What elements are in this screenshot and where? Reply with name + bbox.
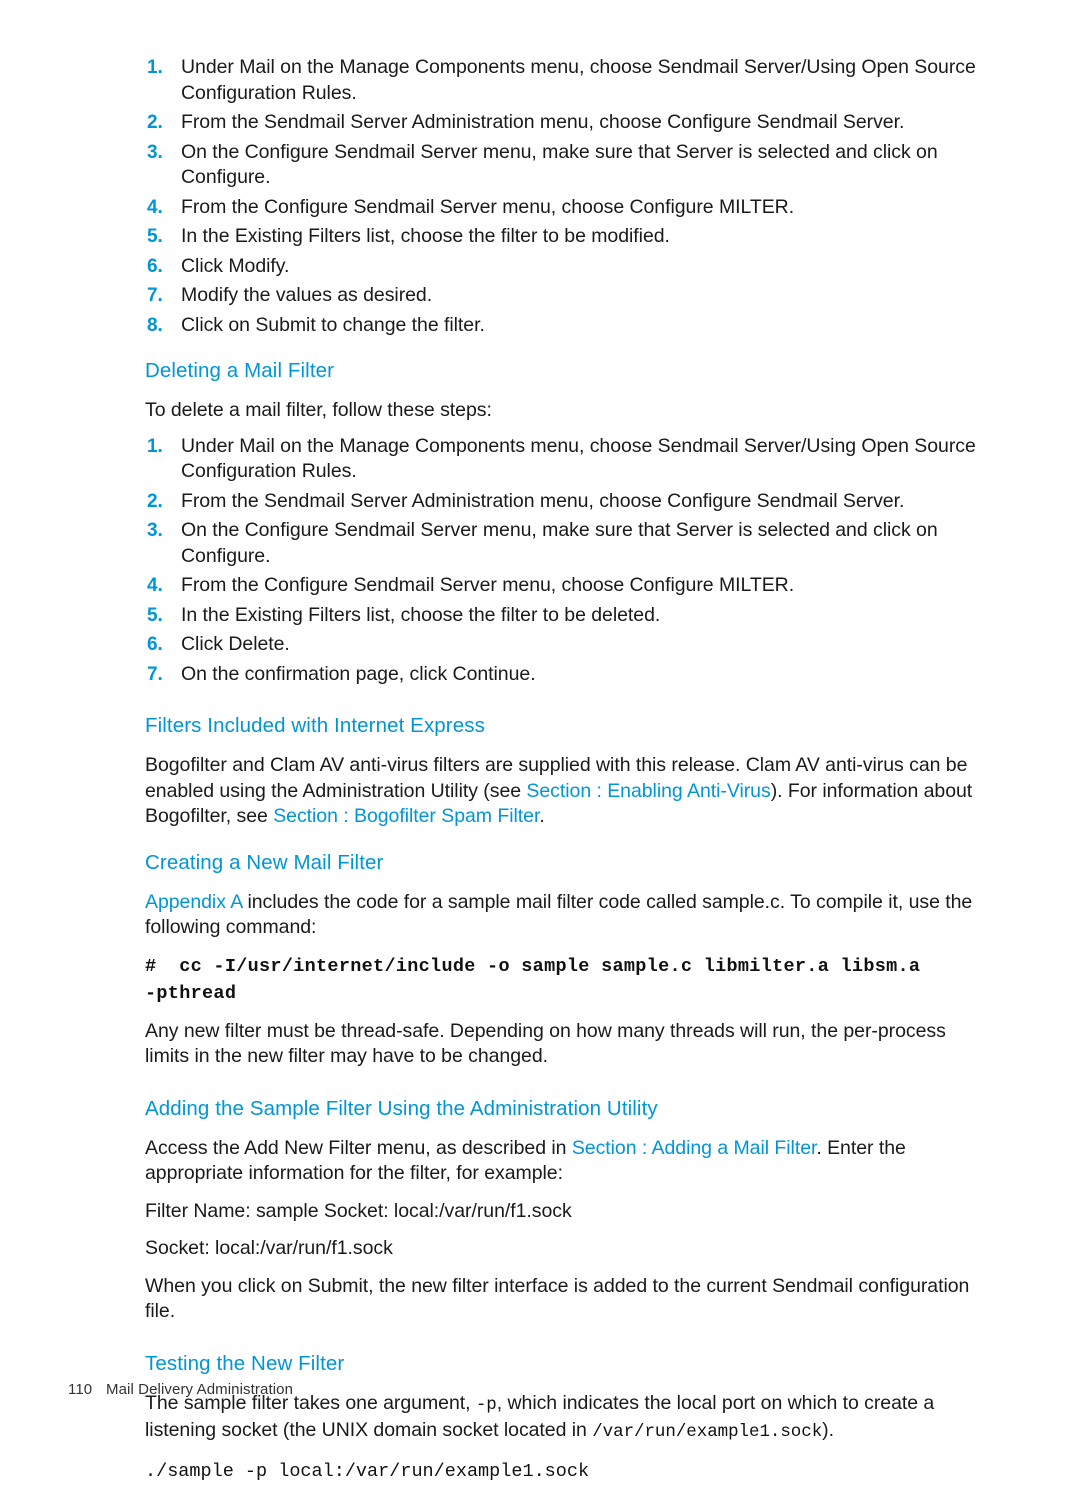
- list-item: 7. Modify the values as desired.: [145, 283, 988, 309]
- list-item-text: From the Configure Sendmail Server menu,…: [181, 195, 795, 218]
- text-run: Access the Add New Filter menu, as descr…: [145, 1136, 572, 1159]
- list-marker: 4.: [147, 575, 163, 596]
- list-marker: 7.: [147, 663, 163, 685]
- heading-testing-the-new-filter: Testing the New Filter: [145, 1351, 345, 1375]
- list-marker: 2.: [147, 490, 163, 512]
- list-item: 7. On the confirmation page, click Conti…: [145, 662, 988, 688]
- document-page: 1. Under Mail on the Manage Components m…: [0, 0, 1080, 1482]
- example-socket-line: Socket: local:/var/run/f1.sock: [145, 1237, 393, 1259]
- code-block-compile-command: # cc -I/usr/internet/include -o sample s…: [145, 955, 921, 1004]
- list-item: 2. From the Sendmail Server Administrati…: [145, 110, 988, 136]
- list-marker: 6.: [147, 634, 163, 655]
- adding-sample-paragraph: Access the Add New Filter menu, as descr…: [145, 1136, 988, 1187]
- list-item-text: Click Modify.: [181, 254, 290, 277]
- text-run: .: [539, 805, 545, 827]
- thread-safe-paragraph: Any new filter must be thread-safe. Depe…: [145, 1019, 946, 1068]
- heading-creating-a-new-mail-filter: Creating a New Mail Filter: [145, 850, 384, 874]
- submit-result-paragraph: When you click on Submit, the new filter…: [145, 1274, 970, 1323]
- list-item-text: From the Sendmail Server Administration …: [181, 111, 905, 133]
- list-item: 5. In the Existing Filters list, choose …: [145, 603, 988, 629]
- list-item-text: On the Configure Sendmail Server menu, m…: [181, 140, 938, 189]
- list-item: 3. On the Configure Sendmail Server menu…: [145, 518, 988, 569]
- link-appendix-a[interactable]: Appendix A: [145, 891, 242, 913]
- list-item-text: In the Existing Filters list, choose the…: [181, 603, 661, 626]
- list-item-text: Modify the values as desired.: [181, 284, 433, 306]
- list-item-text: From the Sendmail Server Administration …: [181, 489, 905, 512]
- footer-title: Mail Delivery Administration: [106, 1381, 294, 1398]
- creating-intro-paragraph: Appendix A includes the code for a sampl…: [145, 890, 988, 941]
- link-enabling-anti-virus[interactable]: Section : Enabling Anti-Virus: [526, 780, 770, 802]
- list-item: 6. Click Delete.: [145, 632, 988, 658]
- list-item: 5. In the Existing Filters list, choose …: [145, 224, 988, 250]
- list-item-text: On the Configure Sendmail Server menu, m…: [181, 519, 938, 567]
- heading-deleting-a-mail-filter: Deleting a Mail Filter: [145, 359, 335, 382]
- list-marker: 3.: [147, 520, 163, 541]
- list-item-text: Under Mail on the Manage Components menu…: [181, 434, 976, 483]
- list-item: 1. Under Mail on the Manage Components m…: [145, 434, 988, 485]
- list-item: 4. From the Configure Sendmail Server me…: [145, 573, 988, 599]
- text-run: includes the code for a sample mail filt…: [145, 890, 973, 939]
- list-item-text: In the Existing Filters list, choose the…: [181, 225, 670, 247]
- list-item: 4. From the Configure Sendmail Server me…: [145, 195, 988, 221]
- filters-included-paragraph: Bogofilter and Clam AV anti-virus filter…: [145, 753, 988, 830]
- list-item-text: Under Mail on the Manage Components menu…: [181, 56, 976, 104]
- inline-code-socket-path: /var/run/example1.sock: [592, 1422, 823, 1442]
- list-item: 1. Under Mail on the Manage Components m…: [145, 55, 988, 106]
- example-filter-name-line: Filter Name: sample Socket: local:/var/r…: [145, 1199, 572, 1222]
- footer-page-number: 110: [68, 1381, 93, 1398]
- list-marker: 1.: [147, 435, 163, 457]
- deleting-intro-paragraph: To delete a mail filter, follow these st…: [145, 399, 492, 421]
- list-marker: 4.: [147, 196, 163, 218]
- list-item-text: Click Delete.: [181, 633, 290, 655]
- list-marker: 3.: [147, 141, 163, 163]
- list-marker: 7.: [147, 285, 163, 306]
- list-item-text: On the confirmation page, click Continue…: [181, 662, 536, 685]
- page-footer: 110 Mail Delivery Administration: [68, 1381, 293, 1398]
- testing-paragraph: The sample filter takes one argument, -p…: [145, 1391, 988, 1446]
- link-bogofilter-spam-filter[interactable]: Section : Bogofilter Spam Filter: [273, 805, 539, 827]
- list-marker: 1.: [147, 57, 163, 78]
- list-item: 6. Click Modify.: [145, 254, 988, 280]
- list-marker: 5.: [147, 226, 163, 247]
- page-content: 1. Under Mail on the Manage Components m…: [145, 55, 988, 1485]
- list-marker: 5.: [147, 604, 163, 626]
- heading-filters-included-with-internet-express: Filters Included with Internet Express: [145, 714, 485, 737]
- list-item: 3. On the Configure Sendmail Server menu…: [145, 140, 988, 191]
- list-item: 2. From the Sendmail Server Administrati…: [145, 489, 988, 515]
- list-item-text: From the Configure Sendmail Server menu,…: [181, 574, 795, 596]
- inline-code-port-flag: -p: [475, 1394, 497, 1415]
- modify-filter-steps-list: 1. Under Mail on the Manage Components m…: [145, 55, 988, 338]
- delete-filter-steps-list: 1. Under Mail on the Manage Components m…: [145, 434, 988, 688]
- list-item-text: Click on Submit to change the filter.: [181, 313, 485, 336]
- list-item: 8. Click on Submit to change the filter.: [145, 313, 988, 339]
- link-adding-a-mail-filter[interactable]: Section : Adding a Mail Filter: [572, 1137, 817, 1159]
- list-marker: 6.: [147, 255, 163, 277]
- heading-adding-the-sample-filter: Adding the Sample Filter Using the Admin…: [145, 1096, 658, 1120]
- code-block-sample-command: ./sample -p local:/var/run/example1.sock: [145, 1460, 590, 1482]
- list-marker: 8.: [147, 314, 163, 336]
- list-marker: 2.: [147, 112, 163, 133]
